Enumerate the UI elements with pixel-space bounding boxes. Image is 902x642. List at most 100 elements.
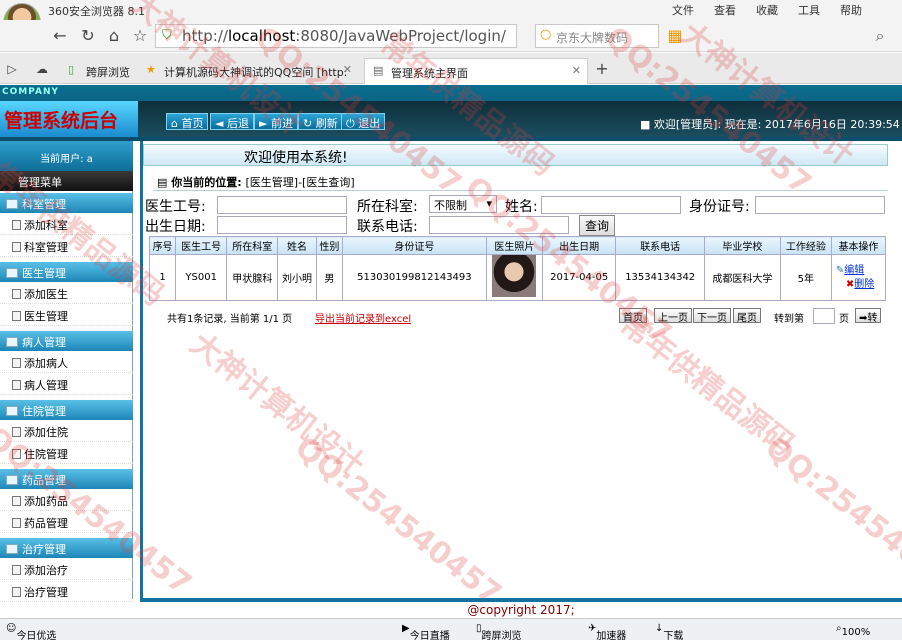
menu-help[interactable]: 帮助	[840, 2, 862, 18]
name-input[interactable]	[541, 196, 681, 214]
welcome-status: ■ 欢迎[管理员]: 现在是: 2017年6月16日 20:39:54	[640, 118, 900, 131]
go-button[interactable]: ➡转	[855, 308, 882, 324]
sidebar-group-patient[interactable]: 病人管理	[0, 331, 133, 351]
cell-school: 成都医科大学	[703, 254, 781, 301]
browser-search-input[interactable]: ○ 京东大牌数码	[535, 24, 659, 48]
last-page-button[interactable]: 尾页	[733, 308, 761, 324]
tab-cross-screen[interactable]: ▯ 跨屏浏览	[60, 58, 130, 84]
sidebar-item-add-treatment[interactable]: 添加治疗	[0, 558, 133, 580]
doctor-no-input[interactable]	[217, 196, 347, 214]
new-tab-icon[interactable]: +	[592, 59, 612, 79]
browser-title-bar: 360安全浏览器 8.1 文件 查看 收藏 工具 帮助	[0, 0, 902, 20]
name-label: 姓名:	[505, 199, 538, 215]
cell-index: 1	[148, 254, 177, 301]
accelerator-link[interactable]: ✈ 加速器	[588, 623, 626, 642]
column-header: 序号	[148, 236, 177, 255]
welcome-banner: 欢迎使用本系统!	[143, 144, 888, 166]
page-number-input[interactable]	[813, 308, 835, 324]
main-content: 欢迎使用本系统! ▤ 你当前的位置: [医生管理]-[医生查询] 医生工号: 所…	[140, 141, 902, 599]
breadcrumb: ▤ 你当前的位置: [医生管理]-[医生查询]	[153, 171, 888, 191]
close-icon[interactable]: ✕	[343, 63, 352, 76]
sidebar-item-doctor-manage[interactable]: 医生管理	[0, 304, 133, 326]
column-header: 性别	[315, 236, 343, 255]
chart-icon: ▤	[373, 64, 384, 77]
nav-back-button[interactable]: ◄ 后退	[210, 113, 254, 130]
doctor-table: 序号 医生工号 所在科室 姓名 性别 身份证号 医生照片 出生日期 联系电话 毕…	[148, 236, 887, 301]
cell-gender: 男	[315, 254, 343, 301]
first-page-button[interactable]: 首页	[619, 308, 647, 324]
id-card-input[interactable]	[755, 196, 885, 214]
star-icon[interactable]: ☆	[130, 26, 150, 46]
cell-doctor-no: YS001	[175, 254, 228, 301]
cell-photo	[485, 254, 543, 301]
sidebar-item-add-drug[interactable]: 添加药品	[0, 489, 133, 511]
sidebar-group-dept[interactable]: 科室管理	[0, 193, 133, 213]
cloud-icon[interactable]: ☁	[32, 59, 52, 79]
sidebar-item-drug-manage[interactable]: 药品管理	[0, 511, 133, 533]
sidebar-item-patient-manage[interactable]: 病人管理	[0, 373, 133, 395]
sidebar-group-doctor[interactable]: 医生管理	[0, 262, 133, 282]
edit-link[interactable]: ✎编辑	[836, 264, 885, 278]
sidebar-item-add-dept[interactable]: 添加科室	[0, 213, 133, 235]
menu-view[interactable]: 查看	[714, 2, 736, 18]
sidebar-item-dept-manage[interactable]: 科室管理	[0, 235, 133, 257]
menu-file[interactable]: 文件	[672, 2, 694, 18]
next-page-button[interactable]: 下一页	[693, 308, 731, 324]
prev-page-button[interactable]: 上一页	[654, 308, 692, 324]
column-header: 联系电话	[615, 236, 705, 255]
daily-picks-link[interactable]: ☺ 今日优选	[6, 623, 56, 642]
sidebar-item-add-doctor[interactable]: 添加医生	[0, 282, 133, 304]
menu-tools[interactable]: 工具	[798, 2, 820, 18]
phone-input[interactable]	[429, 216, 569, 234]
download-link[interactable]: ↓ 下载	[655, 623, 683, 642]
query-button[interactable]: 查询	[579, 215, 616, 236]
close-icon[interactable]: ✕	[572, 64, 581, 77]
menu-favorites[interactable]: 收藏	[756, 2, 778, 18]
pager: 共有1条记录, 当前第 1/1 页 导出当前记录到excel 首页 上一页 下一…	[149, 306, 886, 328]
page-unit-label: 页	[839, 314, 849, 325]
cell-birth: 2017-04-05	[541, 254, 617, 301]
pager-summary: 共有1条记录, 当前第 1/1 页	[167, 314, 293, 325]
sidebar-group-drug[interactable]: 药品管理	[0, 469, 133, 489]
zoom-level[interactable]: ⌕ 100%	[836, 623, 870, 638]
footer: @copyright 2017;	[140, 598, 902, 618]
back-arrow-icon[interactable]: ←	[50, 26, 70, 46]
tab-admin-main[interactable]: ▤ 管理系统主界面 ✕	[364, 58, 588, 84]
apps-icon[interactable]: ▦	[665, 26, 685, 46]
sidebar-group-hospital[interactable]: 住院管理	[0, 400, 133, 420]
dept-select[interactable]: 不限制 ▾	[429, 195, 497, 213]
doctor-no-label: 医生工号:	[145, 199, 206, 215]
reload-icon[interactable]: ↻	[78, 26, 98, 46]
tab-qq-space[interactable]: ★ 计算机源码大神调试的QQ空间 [http: ✕	[138, 58, 358, 84]
live-link[interactable]: ▶ 今日直播	[402, 623, 450, 642]
sidebar-item-add-patient[interactable]: 添加病人	[0, 351, 133, 373]
nav-forward-button[interactable]: ► 前进	[254, 113, 298, 130]
url-input[interactable]: ⛉ http://localhost:8080/JavaWebProject/lo…	[155, 24, 517, 48]
current-user: 当前用户: a	[0, 141, 133, 171]
tab-bar: ▷ ☁ ▯ 跨屏浏览 ★ 计算机源码大神调试的QQ空间 [http: ✕ ▤ 管…	[0, 53, 902, 84]
sidebar-toggle-icon[interactable]: ▷	[2, 59, 22, 79]
table-row: 1 YS001 甲状腺科 刘小明 男 513030199812143493 20…	[148, 254, 887, 301]
search-engine-icon: ○	[540, 27, 552, 42]
app-logo: 管理系统后台	[0, 101, 138, 137]
cell-dept: 甲状腺科	[226, 254, 279, 301]
cross-screen-link[interactable]: ▯ 跨屏浏览	[476, 623, 522, 642]
dept-label: 所在科室:	[357, 199, 418, 215]
sidebar-item-hospital-manage[interactable]: 住院管理	[0, 442, 133, 464]
delete-link[interactable]: ✖删除	[836, 278, 885, 292]
cell-name: 刘小明	[277, 254, 317, 301]
home-icon[interactable]: ⌂	[104, 26, 124, 46]
goto-label: 转到第	[774, 314, 804, 325]
sidebar-group-treatment[interactable]: 治疗管理	[0, 538, 133, 558]
nav-home-button[interactable]: ⌂ 首页	[166, 113, 209, 130]
sidebar-item-treatment-manage[interactable]: 治疗管理	[0, 580, 133, 602]
column-header: 出生日期	[541, 236, 617, 255]
nav-refresh-button[interactable]: ↻ 刷新	[298, 113, 343, 130]
star-icon: ★	[146, 63, 156, 76]
search-icon[interactable]: ⌕	[870, 26, 890, 46]
sidebar-item-add-hospital[interactable]: 添加住院	[0, 420, 133, 442]
birth-input[interactable]	[217, 216, 347, 234]
export-excel-link[interactable]: 导出当前记录到excel	[315, 310, 411, 325]
breadcrumb-icon: ▤	[157, 176, 172, 189]
nav-logout-button[interactable]: ⏻ 退出	[341, 113, 386, 130]
